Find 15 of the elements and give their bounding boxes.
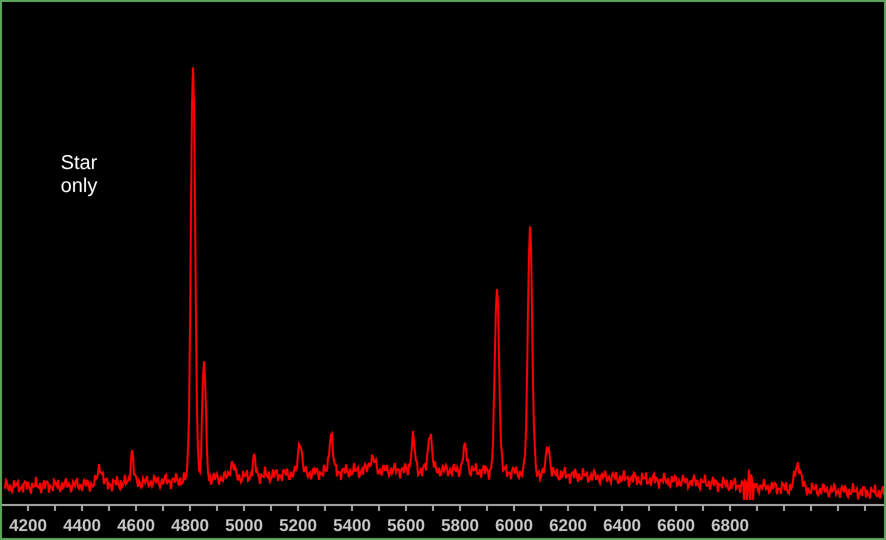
axis-tick-label: 6200 bbox=[548, 515, 588, 537]
axis-tick-label: 5600 bbox=[386, 515, 426, 537]
axis-tick-label: 6800 bbox=[710, 515, 750, 537]
axis-tick-label: 5000 bbox=[224, 515, 264, 537]
axis-tick-label: 6400 bbox=[602, 515, 642, 537]
axis-tick-label: 5800 bbox=[440, 515, 480, 537]
axis-tick-label: 5200 bbox=[278, 515, 318, 537]
axis-tick-label: 6600 bbox=[656, 515, 696, 537]
axis-tick-label: 6000 bbox=[494, 515, 534, 537]
annotation-label: Star only bbox=[60, 152, 98, 198]
axis-tick-label: 5400 bbox=[332, 515, 372, 537]
axis-tick-label: 4800 bbox=[170, 515, 210, 537]
axis-tick-label: 4200 bbox=[8, 515, 48, 537]
axis-tick-label: 4400 bbox=[62, 515, 102, 537]
axis-tick-label: 4600 bbox=[116, 515, 156, 537]
